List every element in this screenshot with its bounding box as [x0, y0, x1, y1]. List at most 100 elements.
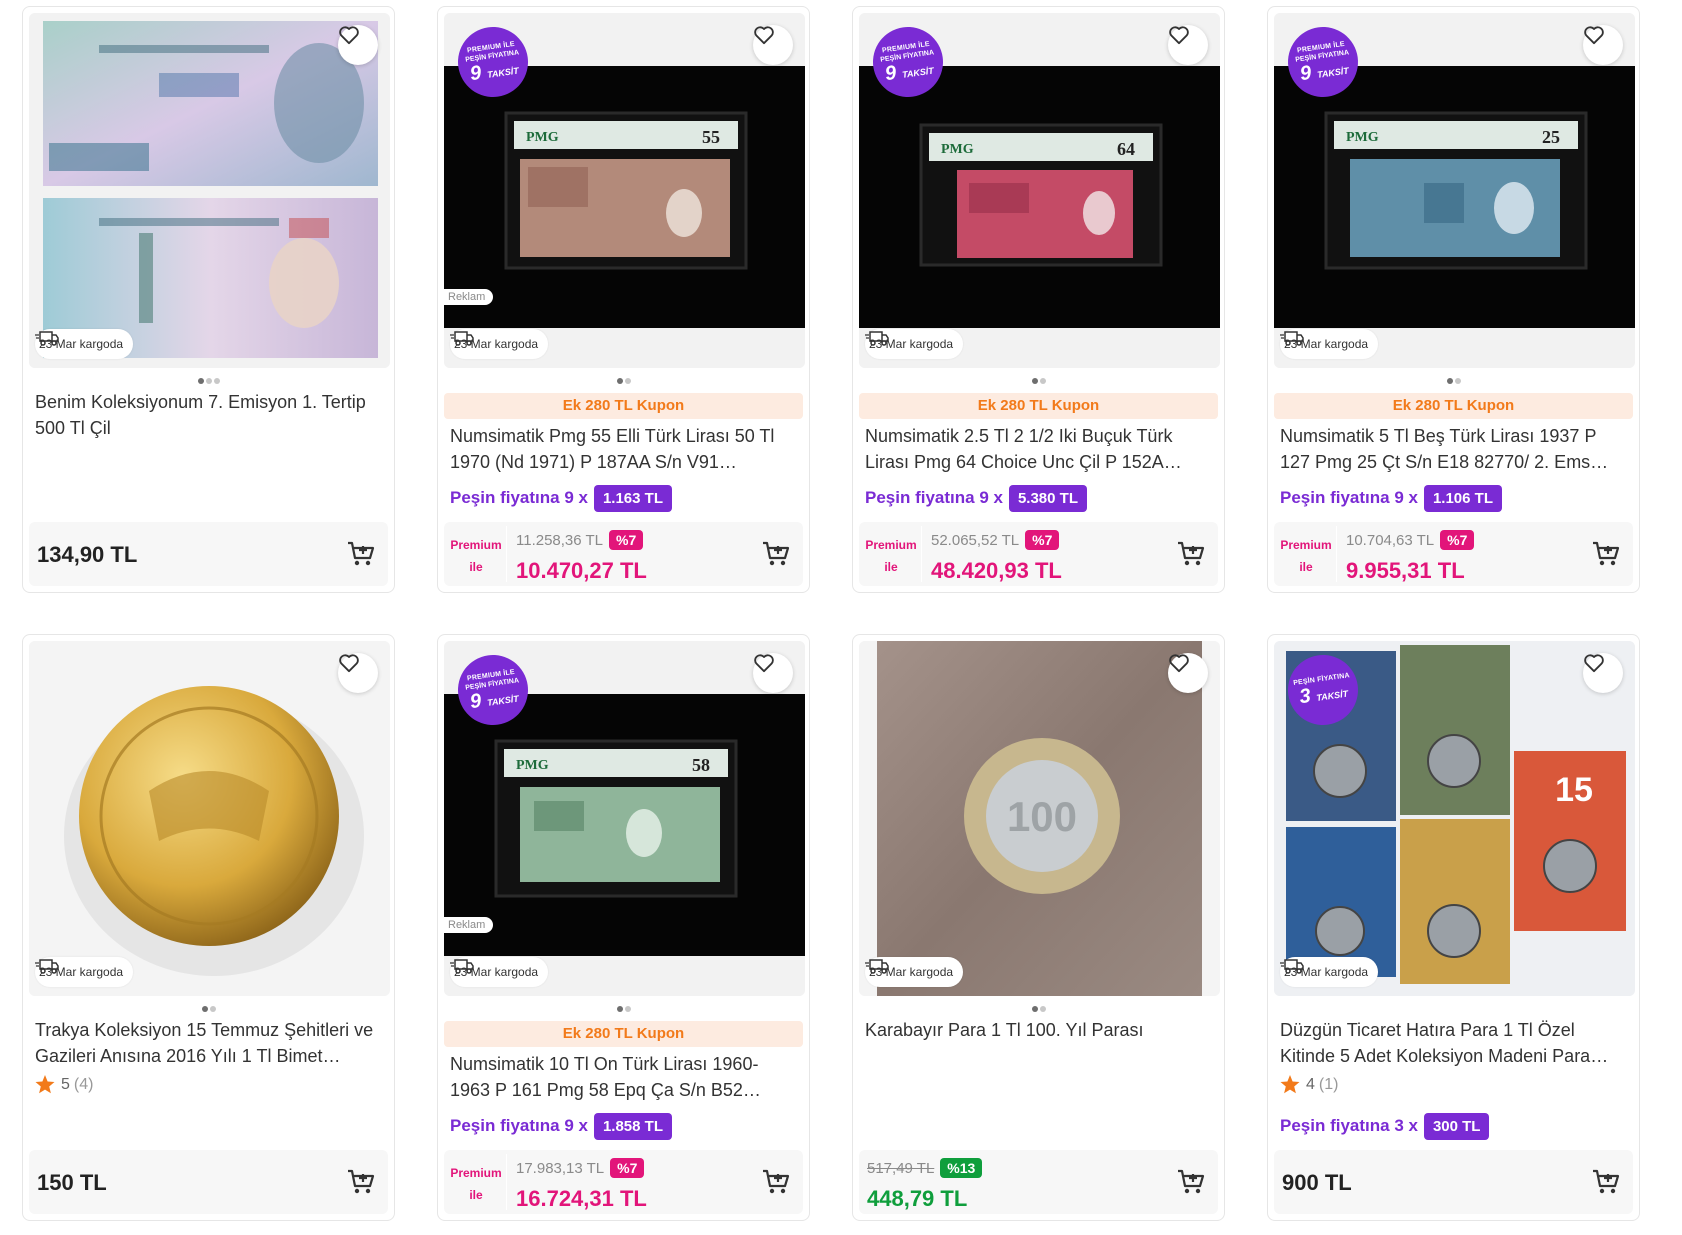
heart-icon	[1584, 654, 1604, 673]
pmg-grade: 25	[1542, 127, 1560, 147]
coupon-badge: Ek 280 TL Kupon	[444, 1021, 803, 1047]
product-title[interactable]: Numsimatik 2.5 Tl 2 1/2 Iki Buçuk Türk L…	[865, 423, 1210, 475]
truck-icon	[35, 331, 59, 346]
product-image[interactable]: PMG 25 PREMIUM İLE PEŞİN FİYATINA 9 TAKS…	[1274, 13, 1635, 368]
cargo-badge: 23 Mar kargoda	[35, 329, 134, 359]
product-card[interactable]: PMG 25 PREMIUM İLE PEŞİN FİYATINA 9 TAKS…	[1267, 6, 1640, 593]
favorite-button[interactable]	[1168, 25, 1208, 65]
pmg-grade: 55	[702, 127, 720, 147]
product-card[interactable]: PMG 55 PREMIUM İLE PEŞİN FİYATINA 9 TAKS…	[437, 6, 810, 593]
product-title[interactable]: Numsimatik 5 Tl Beş Türk Lirası 1937 P 1…	[1280, 423, 1625, 475]
favorite-button[interactable]	[1583, 653, 1623, 693]
truck-icon	[35, 959, 59, 974]
svg-text:PMG: PMG	[526, 130, 559, 145]
ad-label: Reklam	[444, 289, 494, 305]
favorite-button[interactable]	[753, 653, 793, 693]
banknote-image	[29, 13, 390, 368]
installment-info: Peşin fiyatına 9 x 1.163 TL	[450, 483, 672, 513]
product-card[interactable]: 15 PEŞİN FİYATINA 3 TAKSİT 23 Mar kargod…	[1267, 634, 1640, 1221]
product-title[interactable]: Karabayır Para 1 Tl 100. Yıl Parası	[865, 1017, 1210, 1043]
svg-text:100: 100	[1007, 793, 1077, 840]
old-price: 52.065,52 TL %7	[931, 530, 1060, 550]
price: 150 TL	[37, 1170, 107, 1195]
price-box: 134,90 TL	[29, 522, 388, 586]
price-box: Premium ile 52.065,52 TL %7 48.420,93 TL	[859, 522, 1218, 586]
image-pager[interactable]	[1268, 377, 1639, 384]
product-title[interactable]: Düzgün Ticaret Hatıra Para 1 Tl Özel Kit…	[1280, 1017, 1625, 1069]
rating: 4 (1)	[1280, 1075, 1338, 1094]
heart-icon	[339, 26, 359, 45]
installment-info: Peşin fiyatına 3 x 300 TL	[1280, 1111, 1490, 1141]
add-to-cart-icon[interactable]	[1176, 1168, 1206, 1196]
add-to-cart-icon[interactable]	[1591, 1168, 1621, 1196]
image-pager[interactable]	[853, 1005, 1224, 1012]
product-card[interactable]: 23 Mar kargoda Benim Koleksiyonum 7. Emi…	[22, 6, 395, 593]
product-title[interactable]: Trakya Koleksiyon 15 Temmuz Şehitleri ve…	[35, 1017, 380, 1069]
add-to-cart-icon[interactable]	[346, 540, 376, 568]
product-image[interactable]: PMG 58 PREMIUM İLE PEŞİN FİYATINA 9 TAKS…	[444, 641, 805, 996]
old-price: 11.258,36 TL %7	[516, 530, 644, 550]
image-pager[interactable]	[438, 377, 809, 384]
cargo-badge: 23 Mar kargoda	[450, 957, 549, 987]
pmg-grade: 64	[1117, 139, 1135, 159]
product-image[interactable]: PMG 64 PREMIUM İLE PEŞİN FİYATINA 9 TAKS…	[859, 13, 1220, 368]
installment-info: Peşin fiyatına 9 x 5.380 TL	[865, 483, 1087, 513]
svg-text:15: 15	[1555, 771, 1593, 809]
ad-label: Reklam	[444, 917, 494, 933]
heart-icon	[339, 654, 359, 673]
coupon-badge: Ek 280 TL Kupon	[444, 393, 803, 419]
old-price: 517,49 TL %13	[867, 1158, 983, 1178]
premium-label: Premium ile	[865, 538, 917, 574]
price-box: Premium ile 17.983,13 TL %7 16.724,31 TL	[444, 1150, 803, 1214]
product-card[interactable]: PMG 64 PREMIUM İLE PEŞİN FİYATINA 9 TAKS…	[852, 6, 1225, 593]
product-image[interactable]: 23 Mar kargoda	[29, 641, 390, 996]
old-price: 10.704,63 TL %7	[1346, 530, 1475, 550]
coupon-badge: Ek 280 TL Kupon	[1274, 393, 1633, 419]
image-pager[interactable]	[23, 1005, 394, 1012]
installment-info: Peşin fiyatına 9 x 1.106 TL	[1280, 483, 1502, 513]
add-to-cart-icon[interactable]	[1591, 540, 1621, 568]
cargo-badge: 23 Mar kargoda	[1280, 329, 1379, 359]
premium-label: Premium ile	[450, 1166, 502, 1202]
product-image[interactable]: PMG 55 PREMIUM İLE PEŞİN FİYATINA 9 TAKS…	[444, 13, 805, 368]
star-icon	[35, 1075, 55, 1094]
product-title[interactable]: Numsimatik 10 Tl On Türk Lirası 1960-196…	[450, 1051, 795, 1103]
product-image[interactable]: 23 Mar kargoda	[29, 13, 390, 368]
add-to-cart-icon[interactable]	[761, 540, 791, 568]
add-to-cart-icon[interactable]	[346, 1168, 376, 1196]
cargo-badge: 23 Mar kargoda	[450, 329, 549, 359]
favorite-button[interactable]	[1583, 25, 1623, 65]
svg-text:PMG: PMG	[941, 142, 974, 157]
product-card[interactable]: PMG 58 PREMIUM İLE PEŞİN FİYATINA 9 TAKS…	[437, 634, 810, 1221]
premium-price: 16.724,31 TL	[516, 1186, 647, 1211]
price-box: 517,49 TL %13 448,79 TL	[859, 1150, 1218, 1214]
image-pager[interactable]	[23, 377, 394, 384]
old-price: 17.983,13 TL %7	[516, 1158, 645, 1178]
image-pager[interactable]	[853, 377, 1224, 384]
favorite-button[interactable]	[1168, 653, 1208, 693]
price-box: Premium ile 11.258,36 TL %7 10.470,27 TL	[444, 522, 803, 586]
product-image[interactable]: 100 23 Mar kargoda	[859, 641, 1220, 996]
coin-image	[29, 641, 390, 996]
product-title[interactable]: Numsimatik Pmg 55 Elli Türk Lirası 50 Tl…	[450, 423, 795, 475]
coin-image: 100	[859, 641, 1220, 996]
truck-icon	[450, 331, 474, 346]
star-icon	[1280, 1075, 1300, 1094]
image-pager[interactable]	[438, 1005, 809, 1012]
product-card[interactable]: 23 Mar kargoda Trakya Koleksiyon 15 Temm…	[22, 634, 395, 1221]
product-image[interactable]: 15 PEŞİN FİYATINA 3 TAKSİT 23 Mar kargod…	[1274, 641, 1635, 996]
favorite-button[interactable]	[753, 25, 793, 65]
favorite-button[interactable]	[338, 25, 378, 65]
product-card[interactable]: 100 23 Mar kargoda Karabayır Para 1 Tl 1…	[852, 634, 1225, 1221]
cargo-badge: 23 Mar kargoda	[865, 329, 964, 359]
pmg-grade: 58	[692, 755, 710, 775]
price: 134,90 TL	[37, 542, 138, 567]
premium-label: Premium ile	[450, 538, 502, 574]
product-title[interactable]: Benim Koleksiyonum 7. Emisyon 1. Tertip …	[35, 389, 380, 441]
truck-icon	[1280, 959, 1304, 974]
add-to-cart-icon[interactable]	[1176, 540, 1206, 568]
favorite-button[interactable]	[338, 653, 378, 693]
premium-price: 48.420,93 TL	[931, 558, 1062, 583]
add-to-cart-icon[interactable]	[761, 1168, 791, 1196]
heart-icon	[1584, 26, 1604, 45]
